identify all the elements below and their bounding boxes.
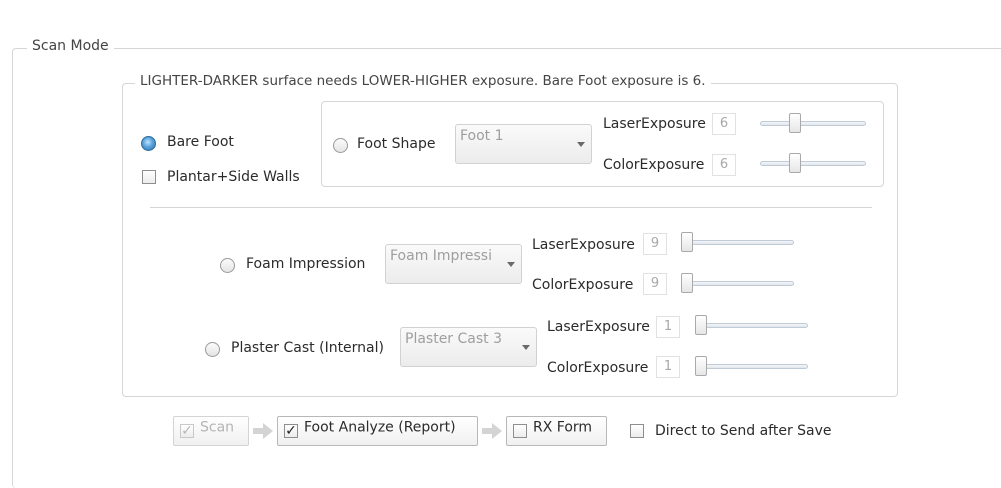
scan-step-button[interactable]: ✓ Scan	[173, 416, 249, 446]
exposure-hint: LIGHTER-DARKER surface needs LOWER-HIGHE…	[135, 73, 711, 89]
plaster-laser-field[interactable]: 1	[656, 316, 680, 338]
plaster-color-label: ColorExposure	[547, 360, 649, 376]
bare-foot-radio[interactable]	[141, 136, 156, 151]
foam-impression-radio[interactable]	[220, 258, 235, 273]
plaster-cast-label[interactable]: Plaster Cast (Internal)	[231, 340, 384, 356]
foam-color-field[interactable]: 9	[643, 273, 667, 295]
chevron-down-icon	[522, 345, 530, 350]
foam-laser-field[interactable]: 9	[643, 233, 667, 255]
flow-arrow-icon	[253, 423, 273, 439]
foot-shape-color-field[interactable]: 6	[712, 154, 736, 176]
plaster-laser-slider-track[interactable]	[696, 323, 808, 328]
foam-laser-slider-thumb[interactable]	[681, 232, 693, 252]
foot-shape-laser-label: LaserExposure	[603, 116, 706, 132]
plantar-side-walls-checkbox[interactable]	[142, 170, 156, 184]
flow-arrow-icon	[482, 423, 502, 439]
foam-impression-combo-value: Foam Impressi	[390, 248, 492, 264]
plaster-cast-combo[interactable]: Plaster Cast 3	[400, 327, 537, 367]
foot-shape-label[interactable]: Foot Shape	[357, 136, 435, 152]
foam-color-slider-thumb[interactable]	[681, 273, 693, 293]
scan-step-label: Scan	[200, 419, 235, 436]
rx-form-step-button[interactable]: RX Form	[506, 416, 607, 446]
scan-step-checkbox[interactable]: ✓	[180, 424, 194, 438]
scan-mode-legend: Scan Mode	[27, 38, 114, 54]
separator	[150, 207, 872, 208]
foam-impression-combo[interactable]: Foam Impressi	[385, 244, 522, 284]
direct-send-checkbox[interactable]	[630, 424, 644, 438]
foot-analyze-step-button[interactable]: ✓ Foot Analyze (Report)	[277, 416, 478, 446]
foam-impression-label[interactable]: Foam Impression	[246, 256, 365, 272]
chevron-down-icon	[507, 262, 515, 267]
plaster-color-slider-thumb[interactable]	[695, 356, 707, 376]
plaster-laser-label: LaserExposure	[547, 319, 650, 335]
direct-send-label[interactable]: Direct to Send after Save	[655, 423, 832, 439]
rx-form-label: RX Form	[533, 419, 593, 436]
plaster-color-field[interactable]: 1	[656, 356, 680, 378]
plaster-laser-slider-thumb[interactable]	[695, 315, 707, 335]
chevron-down-icon	[577, 142, 585, 147]
plaster-color-slider-track[interactable]	[696, 364, 808, 369]
foot-analyze-checkbox[interactable]: ✓	[284, 424, 298, 438]
foot-shape-laser-slider-thumb[interactable]	[789, 113, 801, 133]
foot-shape-color-slider-thumb[interactable]	[789, 153, 801, 173]
plaster-cast-combo-value: Plaster Cast 3	[405, 331, 503, 347]
foot-shape-color-label: ColorExposure	[603, 157, 705, 173]
foam-color-slider-track[interactable]	[682, 281, 794, 286]
plantar-side-walls-label[interactable]: Plantar+Side Walls	[167, 169, 300, 185]
rx-form-checkbox[interactable]	[513, 424, 527, 438]
foot-shape-combo[interactable]: Foot 1	[455, 124, 592, 164]
foot-analyze-label: Foot Analyze (Report)	[304, 419, 456, 436]
foot-shape-laser-field[interactable]: 6	[712, 113, 736, 135]
foam-laser-slider-track[interactable]	[682, 240, 794, 245]
bare-foot-label[interactable]: Bare Foot	[167, 134, 234, 150]
foot-shape-radio[interactable]	[333, 138, 348, 153]
plaster-cast-radio[interactable]	[205, 342, 220, 357]
foot-shape-laser-slider-track[interactable]	[760, 121, 866, 126]
foam-color-label: ColorExposure	[532, 277, 634, 293]
foot-shape-combo-value: Foot 1	[460, 128, 504, 144]
foam-laser-label: LaserExposure	[532, 237, 635, 253]
foot-shape-color-slider-track[interactable]	[760, 161, 866, 166]
